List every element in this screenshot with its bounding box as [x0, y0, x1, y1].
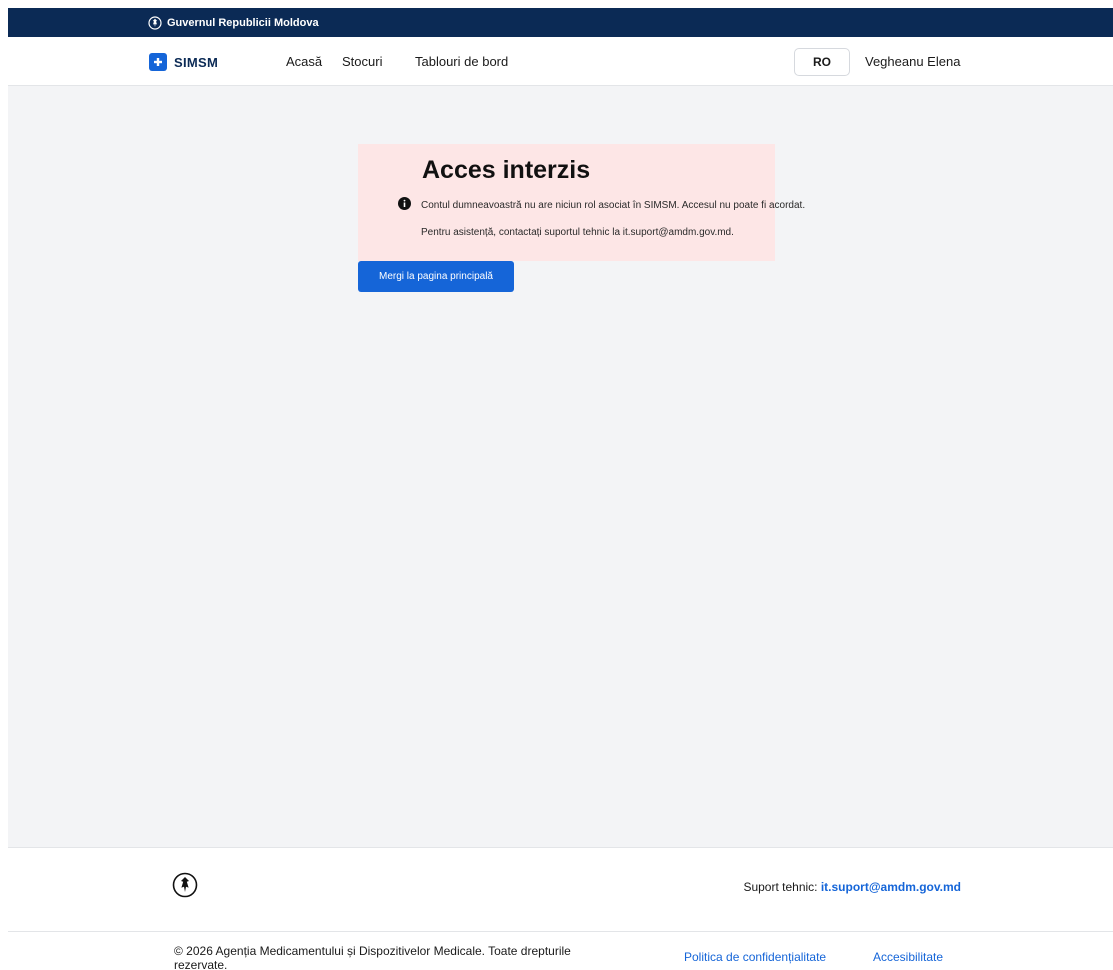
nav-home[interactable]: Acasă	[286, 37, 322, 85]
support-label: Suport tehnic:	[743, 880, 818, 894]
logo-text: SIMSM	[174, 54, 219, 70]
moldova-emblem-icon	[172, 872, 198, 898]
alert-title: Acces interzis	[422, 156, 591, 184]
footer-bottom: © 2026 Agenția Medicamentului și Dispozi…	[8, 932, 1113, 970]
moldova-emblem-icon	[148, 15, 162, 30]
alert-support-text: Pentru asistență, contactați suportul te…	[421, 227, 734, 238]
accessibility-link[interactable]: Accesibilitate	[873, 950, 943, 964]
government-bar: Guvernul Republicii Moldova	[8, 8, 1113, 37]
simsm-logo[interactable]: SIMSM	[149, 53, 218, 71]
support-email-link[interactable]: it.suport@amdm.gov.md	[821, 880, 961, 894]
copyright-text: © 2026 Agenția Medicamentului și Dispozi…	[174, 944, 571, 970]
nav-dashboards[interactable]: Tablouri de bord	[415, 37, 508, 85]
plus-cross-icon	[149, 53, 167, 71]
language-switcher-button[interactable]: RO	[794, 48, 850, 76]
alert-message: Contul dumneavoastră nu are niciun rol a…	[421, 200, 806, 211]
main-content: Acces interzis Contul dumneavoastră nu a…	[8, 86, 1113, 847]
page: Guvernul Republicii Moldova SIMSM Acasă …	[0, 0, 1113, 970]
user-menu[interactable]: Vegheanu Elena	[865, 37, 960, 85]
info-icon	[398, 197, 411, 210]
footer-top: Suport tehnic: it.suport@amdm.gov.md	[8, 847, 1113, 932]
top-navigation: SIMSM Acasă Stocuri Tablouri de bord RO …	[8, 37, 1113, 86]
privacy-policy-link[interactable]: Politica de confidențialitate	[684, 950, 826, 964]
go-home-button[interactable]: Mergi la pagina principală	[358, 261, 514, 292]
government-bar-label-group: Guvernul Republicii Moldova	[148, 8, 319, 37]
support-contact: Suport tehnic: it.suport@amdm.gov.md	[743, 880, 961, 894]
nav-stocks[interactable]: Stocuri	[342, 37, 382, 85]
government-bar-label: Guvernul Republicii Moldova	[167, 16, 319, 29]
